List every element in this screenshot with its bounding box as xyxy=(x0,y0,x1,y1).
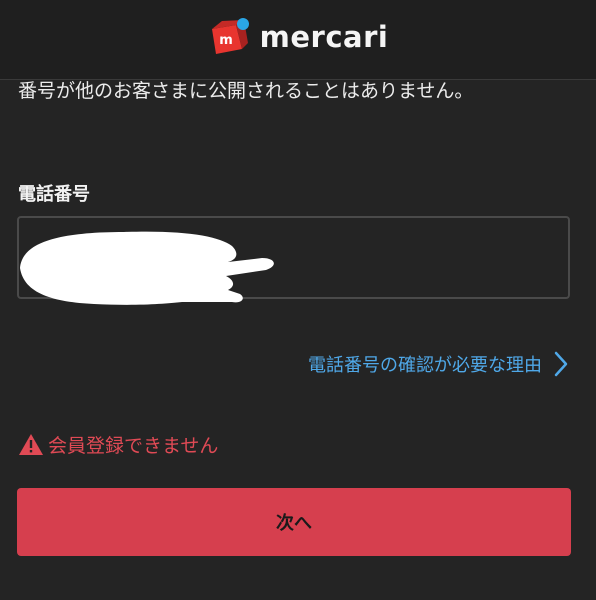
reason-link-label: 電話番号の確認が必要な理由 xyxy=(308,355,542,376)
registration-error: 会員登録できません xyxy=(18,431,218,458)
logo-text: mercari xyxy=(259,19,389,54)
phone-verification-reason-link[interactable]: 電話番号の確認が必要な理由 xyxy=(308,351,568,377)
svg-text:m: m xyxy=(219,33,233,48)
app-header: m mercari xyxy=(0,0,596,80)
mercari-logo: m mercari xyxy=(208,17,389,57)
warning-icon xyxy=(19,433,43,455)
error-message: 会員登録できません xyxy=(48,435,219,457)
phone-number-input[interactable] xyxy=(17,216,570,299)
privacy-notice: 番号が他のお客さまに公開されることはありません。 xyxy=(18,80,474,102)
phone-number-label: 電話番号 xyxy=(18,184,90,205)
next-button[interactable]: 次へ xyxy=(17,488,571,556)
mercari-logo-icon: m xyxy=(211,17,249,54)
chevron-right-icon xyxy=(554,351,568,377)
